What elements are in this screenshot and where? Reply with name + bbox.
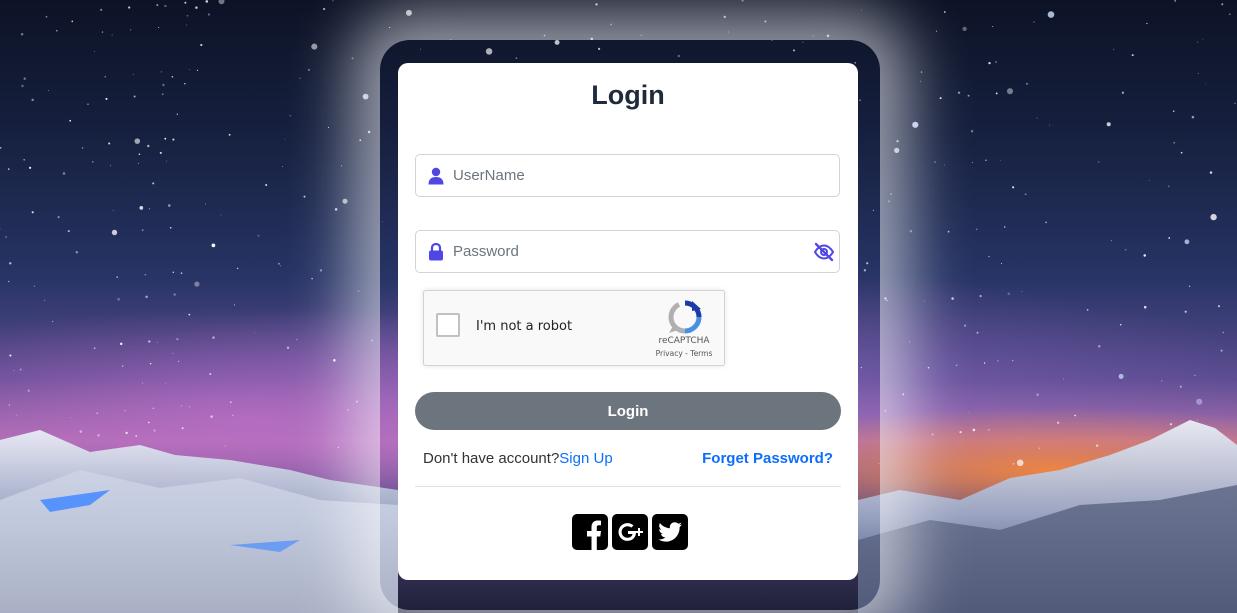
recaptcha-brand: reCAPTCHA: [658, 336, 710, 346]
login-button[interactable]: Login: [415, 392, 841, 430]
captcha-label: I'm not a robot: [476, 319, 573, 334]
google-plus-icon[interactable]: [612, 514, 648, 550]
twitter-icon[interactable]: [652, 514, 688, 550]
lock-icon: [429, 243, 443, 261]
username-input[interactable]: [453, 155, 813, 196]
username-field[interactable]: [415, 154, 840, 197]
social-login-row: [572, 514, 690, 550]
signup-prompt: Don't have account?Sign Up: [423, 450, 613, 467]
recaptcha-logo-icon: [668, 300, 702, 334]
recaptcha-links: Privacy - Terms: [646, 349, 722, 358]
captcha-privacy-link[interactable]: Privacy: [656, 349, 683, 358]
password-input[interactable]: [453, 231, 813, 272]
facebook-icon[interactable]: [572, 514, 608, 550]
sign-up-link[interactable]: Sign Up: [559, 450, 612, 467]
captcha-checkbox[interactable]: [436, 313, 460, 337]
recaptcha-widget: I'm not a robot reCAPTCHA Privacy - Term…: [423, 290, 725, 366]
user-icon: [428, 167, 444, 185]
login-card: Login I'm not a robot reCAPT: [398, 63, 858, 580]
forgot-password-link[interactable]: Forget Password?: [702, 450, 833, 467]
password-field[interactable]: [415, 230, 840, 273]
no-account-text: Don't have account?: [423, 450, 560, 467]
eye-slash-icon[interactable]: [813, 242, 835, 262]
divider: [415, 486, 841, 487]
captcha-terms-link[interactable]: Terms: [690, 349, 712, 358]
page-title: Login: [591, 80, 665, 110]
